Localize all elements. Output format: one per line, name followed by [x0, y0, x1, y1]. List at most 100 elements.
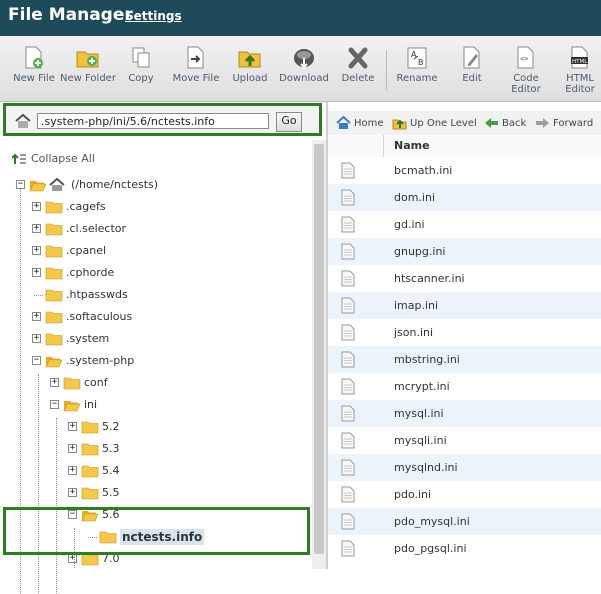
file-row[interactable]: mysqli.ini [328, 427, 601, 454]
tree-item[interactable]: +5.3 [0, 439, 314, 459]
tree-item[interactable]: .htpasswds [0, 285, 314, 305]
rename-button[interactable]: AB Rename [389, 46, 445, 84]
path-input[interactable] [37, 113, 269, 129]
folder-icon [45, 332, 63, 353]
file-list-header: Name [328, 135, 601, 158]
up-one-level-label: Up One Level [410, 118, 477, 129]
code-editor-button[interactable]: <> Code Editor [498, 46, 554, 95]
tree-item[interactable]: +5.2 [0, 417, 314, 437]
move-file-button[interactable]: Move File [168, 46, 224, 84]
tree-item-label: .system [66, 332, 110, 345]
svg-text:<>: <> [520, 55, 528, 63]
file-row[interactable]: json.ini [328, 319, 601, 346]
new-file-icon [25, 46, 43, 69]
selected-highlight-box [3, 507, 310, 555]
tree-item[interactable]: +5.5 [0, 483, 314, 503]
expand-toggle[interactable]: + [50, 378, 59, 387]
upload-label: Upload [232, 73, 268, 84]
html-editor-button[interactable]: HTML HTML Editor [552, 46, 601, 95]
up-level-icon [392, 119, 407, 130]
file-name: mbstring.ini [394, 353, 460, 366]
file-row[interactable]: gnupg.ini [328, 238, 601, 265]
file-row[interactable]: mcrypt.ini [328, 373, 601, 400]
file-row[interactable]: mysqlnd.ini [328, 454, 601, 481]
file-icon [341, 459, 355, 476]
folder-open-icon [29, 178, 47, 199]
expand-toggle[interactable]: + [68, 444, 77, 453]
download-button[interactable]: Download [276, 46, 332, 84]
folder-icon [45, 200, 63, 221]
file-row[interactable]: gd.ini [328, 211, 601, 238]
tree-item[interactable]: + .cpanel [0, 241, 314, 261]
edit-button[interactable]: Edit [444, 46, 500, 84]
file-icon [341, 513, 355, 530]
file-row[interactable]: pdo.ini [328, 481, 601, 508]
tree-item-label: 5.3 [102, 442, 120, 455]
tree-item[interactable]: + .cphorde [0, 263, 314, 283]
tree-item[interactable]: − ini [0, 395, 314, 415]
upload-icon [238, 51, 261, 68]
tree-item[interactable]: − .system-php [0, 351, 314, 371]
expand-toggle[interactable]: + [68, 422, 77, 431]
file-row[interactable]: mbstring.ini [328, 346, 601, 373]
tree-item[interactable]: + .cagefs [0, 197, 314, 217]
folder-icon [45, 288, 63, 309]
expand-toggle[interactable]: + [32, 224, 41, 233]
collapse-all-label: Collapse All [31, 152, 95, 165]
file-row[interactable]: bcmath.ini [328, 157, 601, 184]
folder-icon [45, 222, 63, 243]
expand-toggle[interactable]: − [32, 356, 41, 365]
expand-toggle[interactable]: + [32, 334, 41, 343]
file-icon [341, 297, 355, 314]
name-column-header[interactable]: Name [394, 139, 430, 152]
tree-item[interactable]: + conf [0, 373, 314, 393]
expand-toggle[interactable]: − [50, 400, 59, 409]
file-row[interactable]: pdo_pgsql.ini [328, 535, 601, 562]
tree-item-label: 5.5 [102, 486, 120, 499]
rename-label: Rename [396, 73, 438, 84]
upload-button[interactable]: Upload [222, 46, 278, 84]
tree-item[interactable]: +5.4 [0, 461, 314, 481]
tree-item[interactable]: + .cl.selector [0, 219, 314, 239]
file-icon [341, 216, 355, 233]
toolbar-separator [386, 50, 387, 90]
tree-item[interactable]: + .softaculous [0, 307, 314, 327]
file-row[interactable]: dom.ini [328, 184, 601, 211]
file-name: mysql.ini [394, 407, 444, 420]
tree-root[interactable]: − (/home/nctests) [0, 175, 314, 195]
expand-toggle[interactable]: + [32, 202, 41, 211]
file-row[interactable]: mysql.ini [328, 400, 601, 427]
delete-button[interactable]: Delete [330, 46, 386, 84]
new-file-button[interactable]: New File [6, 46, 62, 84]
expand-toggle[interactable]: + [32, 312, 41, 321]
tree-item[interactable]: + .system [0, 329, 314, 349]
file-row[interactable]: htscanner.ini [328, 265, 601, 292]
expand-toggle[interactable]: + [32, 246, 41, 255]
download-label: Download [279, 73, 329, 84]
expand-toggle[interactable]: + [68, 488, 77, 497]
file-name: gd.ini [394, 218, 425, 231]
rename-icon: AB [407, 47, 427, 69]
tree-item-label: .system-php [66, 354, 135, 367]
svg-text:B: B [418, 58, 424, 67]
file-name: pdo_mysql.ini [394, 515, 470, 528]
file-icon [341, 378, 355, 395]
tree-scrollbar-thumb[interactable] [314, 144, 324, 554]
tree-item-label: .softaculous [66, 310, 133, 323]
go-button[interactable]: Go [276, 112, 302, 132]
copy-button[interactable]: Copy [113, 46, 169, 84]
expand-toggle[interactable]: + [32, 268, 41, 277]
expand-toggle[interactable]: + [68, 554, 77, 563]
file-name: dom.ini [394, 191, 436, 204]
tree-scrollbar[interactable] [312, 140, 326, 569]
app-title: File Manager [8, 5, 133, 25]
code-editor-label: Code Editor [511, 73, 541, 95]
settings-link[interactable]: Settings [125, 9, 182, 23]
file-row[interactable]: pdo_mysql.ini [328, 508, 601, 535]
tree-item-label: 5.4 [102, 464, 120, 477]
copy-label: Copy [128, 73, 154, 84]
file-name: imap.ini [394, 299, 439, 312]
file-row[interactable]: imap.ini [328, 292, 601, 319]
expand-toggle[interactable]: + [68, 466, 77, 475]
new-folder-button[interactable]: New Folder [60, 46, 116, 84]
